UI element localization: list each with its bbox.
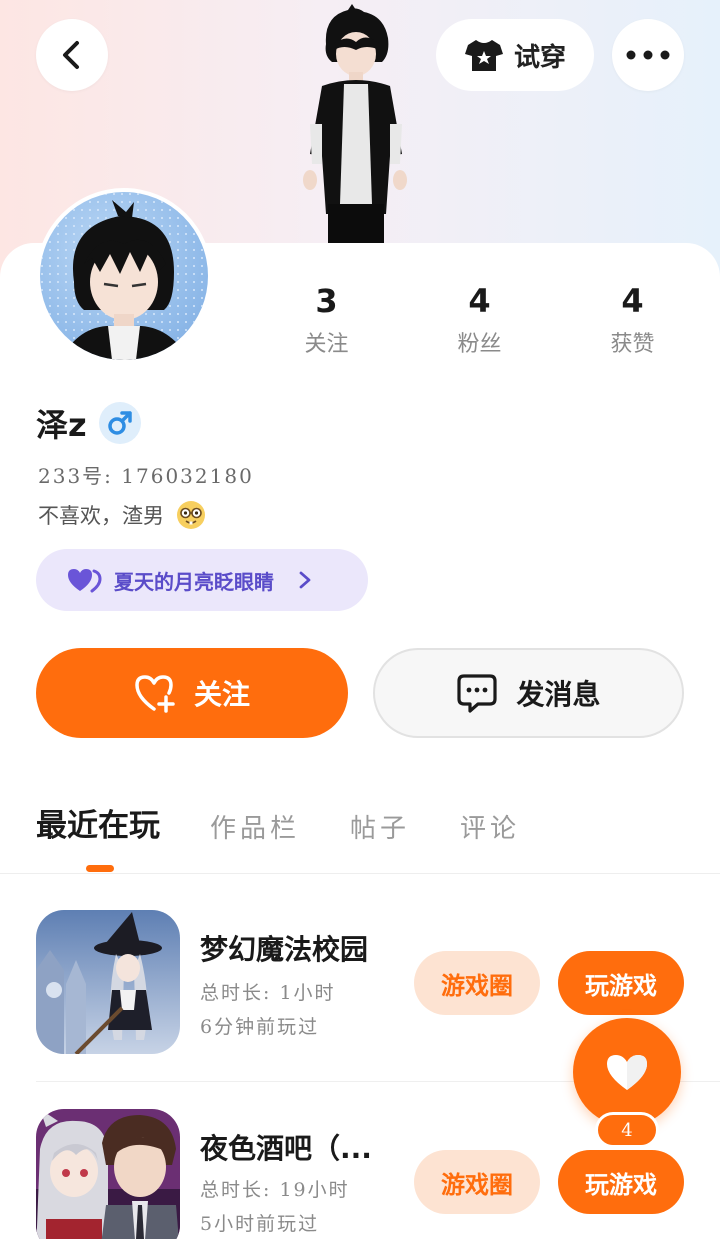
play-game-button[interactable]: 玩游戏 — [558, 1150, 684, 1214]
stat-following[interactable]: 3 关注 — [250, 282, 403, 358]
like-floating-button[interactable] — [573, 1018, 681, 1126]
avatar[interactable] — [36, 188, 212, 364]
try-on-button[interactable]: 试穿 — [436, 19, 594, 91]
tab-recently-played[interactable]: 最近在玩 — [36, 800, 160, 845]
divider — [0, 873, 720, 874]
nerd-face-emoji-icon — [177, 501, 205, 529]
stat-label: 获赞 — [610, 332, 655, 357]
stat-label: 粉丝 — [457, 332, 502, 357]
game-cover-image — [36, 1109, 180, 1239]
game-circle-button[interactable]: 游戏圈 — [414, 1150, 540, 1214]
more-button[interactable] — [612, 19, 684, 91]
game-title: 夜色酒吧（... — [200, 1132, 372, 1165]
username: 泽z — [36, 406, 87, 444]
tag-pill[interactable]: 夏天的月亮眨眼睛 — [36, 549, 368, 611]
avatar-image — [40, 192, 208, 360]
profile-tabs: 最近在玩 作品栏 帖子 评论 — [36, 800, 520, 845]
game-duration: 总时长: 19小时 — [200, 1179, 350, 1201]
male-icon — [107, 411, 132, 435]
game-circle-button[interactable]: 游戏圈 — [414, 951, 540, 1015]
play-game-button[interactable]: 玩游戏 — [558, 951, 684, 1015]
tab-posts[interactable]: 帖子 — [350, 808, 410, 845]
like-count-badge: 4 — [595, 1112, 659, 1148]
tab-works[interactable]: 作品栏 — [210, 808, 300, 845]
name-row: 泽z — [36, 400, 141, 446]
stat-value: 3 — [315, 282, 338, 320]
profile-stats: 3 关注 4 粉丝 4 获赞 — [250, 282, 710, 358]
follow-label: 关注 — [193, 678, 250, 711]
heart-icon — [607, 1055, 647, 1090]
heart-plus-icon — [135, 675, 175, 713]
tshirt-icon — [464, 40, 503, 71]
game-cover-image — [36, 910, 180, 1054]
game-last-played: 5小时前玩过 — [200, 1213, 320, 1235]
stat-label: 关注 — [304, 332, 349, 357]
heart-icon — [68, 569, 102, 593]
bio-text: 不喜欢，渣男 — [38, 504, 164, 528]
try-on-label: 试穿 — [513, 42, 566, 73]
bio: 不喜欢，渣男 — [38, 500, 206, 530]
game-title: 梦幻魔法校园 — [200, 933, 369, 966]
stat-value: 4 — [621, 282, 644, 320]
back-button[interactable] — [36, 19, 108, 91]
stat-fans[interactable]: 4 粉丝 — [403, 282, 556, 358]
chat-bubble-icon — [457, 674, 498, 713]
follow-button[interactable]: 关注 — [36, 648, 348, 738]
chevron-right-icon — [299, 571, 311, 589]
gender-badge — [98, 402, 141, 444]
game-last-played: 6分钟前玩过 — [200, 1016, 320, 1038]
message-button[interactable]: 发消息 — [373, 648, 684, 738]
more-dots-icon — [626, 50, 670, 60]
chevron-left-icon — [63, 41, 79, 69]
stat-likes[interactable]: 4 获赞 — [556, 282, 709, 358]
game-thumbnail[interactable] — [36, 910, 180, 1054]
tag-label: 夏天的月亮眨眼睛 — [114, 569, 274, 594]
tab-comments[interactable]: 评论 — [460, 808, 520, 845]
game-thumbnail[interactable] — [36, 1109, 180, 1239]
message-label: 发消息 — [516, 678, 601, 711]
active-tab-indicator — [86, 865, 114, 872]
user-id: 233号: 176032180 — [38, 464, 254, 488]
character-3d-figure — [303, 4, 407, 244]
stat-value: 4 — [468, 282, 491, 320]
game-duration: 总时长: 1小时 — [200, 982, 336, 1004]
